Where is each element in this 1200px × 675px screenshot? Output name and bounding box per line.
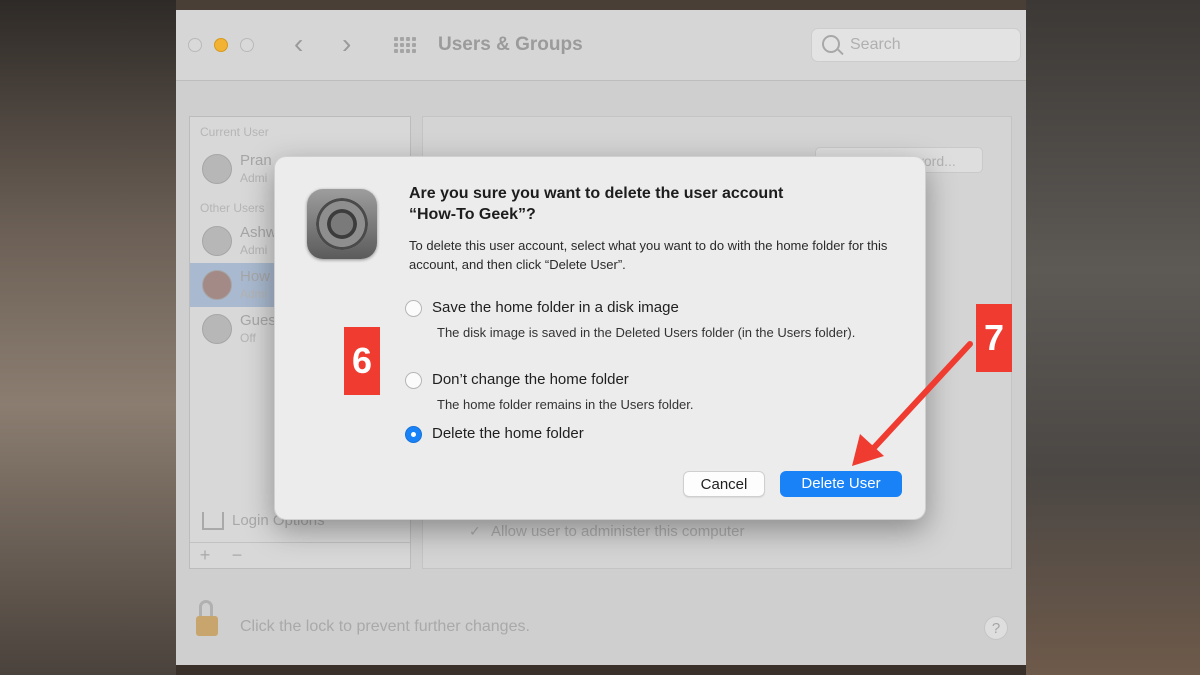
option-label: Don’t change the home folder xyxy=(432,371,629,388)
avatar xyxy=(202,314,232,344)
user-role: Admi xyxy=(240,171,268,185)
house-icon xyxy=(202,512,224,531)
search-icon xyxy=(822,35,840,53)
radio-button[interactable] xyxy=(405,372,422,389)
option-description: The home folder remains in the Users fol… xyxy=(437,397,694,412)
other-users-header: Other Users xyxy=(200,201,265,215)
dialog-title: Are you sure you want to delete the user… xyxy=(409,185,784,223)
avatar xyxy=(202,226,232,256)
cancel-button[interactable]: Cancel xyxy=(683,471,765,497)
search-placeholder: Search xyxy=(850,36,901,53)
background-right xyxy=(1026,0,1200,675)
user-name: How xyxy=(240,268,271,285)
step-7-badge: 7 xyxy=(976,304,1012,372)
zoom-window-button[interactable] xyxy=(240,38,254,52)
search-input[interactable]: Search xyxy=(811,28,1021,62)
sidebar-toolbar: + − xyxy=(190,542,410,570)
current-user-header: Current User xyxy=(200,125,269,139)
radio-button[interactable] xyxy=(405,300,422,317)
user-name: Pran xyxy=(240,152,272,169)
avatar xyxy=(202,270,232,300)
background-bottom xyxy=(176,665,1026,675)
user-name: Ashw xyxy=(240,224,277,241)
forward-chevron-icon[interactable]: › xyxy=(342,30,351,58)
system-preferences-gear-icon xyxy=(307,189,377,259)
lock-icon[interactable] xyxy=(196,600,220,638)
option-description: The disk image is saved in the Deleted U… xyxy=(437,325,856,340)
remove-user-button[interactable]: − xyxy=(222,545,252,566)
background-left xyxy=(0,0,176,675)
add-user-button[interactable]: + xyxy=(190,545,220,566)
user-role: Admi xyxy=(240,287,268,301)
background-top xyxy=(176,0,1026,10)
dialog-description: To delete this user account, select what… xyxy=(409,238,888,272)
user-role: Admi xyxy=(240,243,268,257)
show-all-grid-icon[interactable] xyxy=(394,37,418,53)
lock-status-text: Click the lock to prevent further change… xyxy=(240,618,530,635)
user-role: Off xyxy=(240,331,256,345)
radio-button-selected[interactable] xyxy=(405,426,422,443)
user-name: Gues xyxy=(240,312,276,329)
window-title: Users & Groups xyxy=(438,34,583,55)
close-window-button[interactable] xyxy=(188,38,202,52)
step-6-badge: 6 xyxy=(344,327,380,395)
help-button[interactable]: ? xyxy=(984,616,1008,640)
allow-admin-checkbox[interactable]: ✓ Allow user to administer this computer xyxy=(469,523,744,540)
option-label: Save the home folder in a disk image xyxy=(432,299,679,316)
allow-admin-label: Allow user to administer this computer xyxy=(491,523,745,540)
minimize-window-button[interactable] xyxy=(214,38,228,52)
title-bar: ‹ › Users & Groups Search xyxy=(176,10,1026,81)
option-label: Delete the home folder xyxy=(432,425,584,442)
back-chevron-icon[interactable]: ‹ xyxy=(294,30,303,58)
delete-user-button[interactable]: Delete User xyxy=(780,471,902,497)
checkmark-icon: ✓ xyxy=(469,523,481,539)
avatar xyxy=(202,154,232,184)
